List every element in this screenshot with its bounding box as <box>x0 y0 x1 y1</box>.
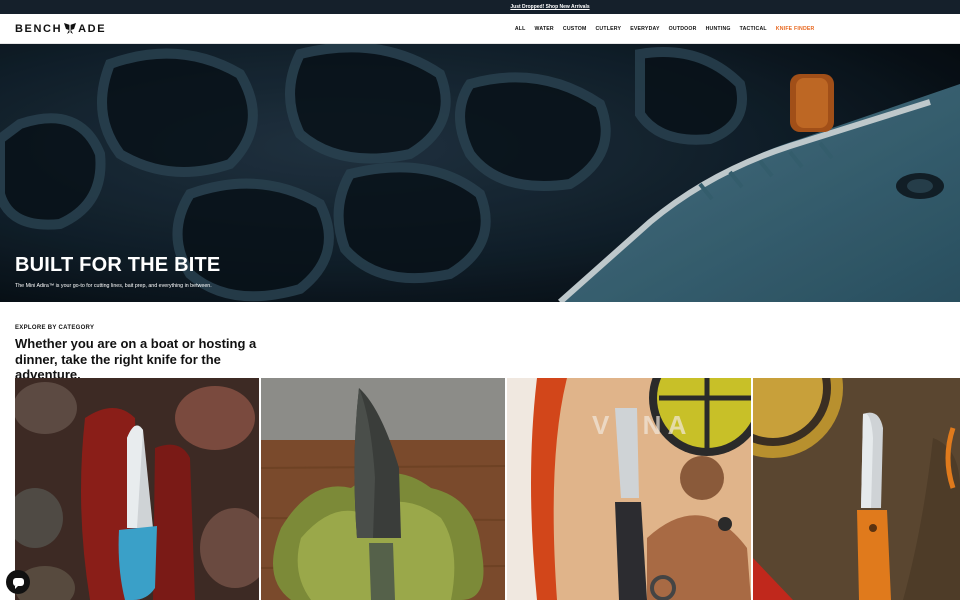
chat-bubble-icon <box>12 578 24 589</box>
nav-item-knife-finder[interactable]: KNIFE FINDER <box>771 14 819 44</box>
category-tile[interactable]: V H N A <box>507 378 751 600</box>
nav-item-water[interactable]: WATER <box>530 14 558 44</box>
explore-label: EXPLORE BY CATEGORY <box>15 325 95 331</box>
orange-folding-knife-image <box>753 378 960 600</box>
nav-item-everyday[interactable]: EVERYDAY <box>626 14 664 44</box>
hero-banner[interactable]: BUILT FOR THE BITE The Mini Adira™ is yo… <box>0 44 960 302</box>
blue-fillet-knife-image <box>15 378 259 600</box>
butterfly-logo-icon <box>64 23 77 34</box>
main-nav: ALL WATER CUSTOM CUTLERY EVERYDAY OUTDOO… <box>510 14 819 44</box>
category-tiles: V H N A <box>15 378 960 600</box>
category-tile[interactable] <box>261 378 505 600</box>
chat-button[interactable] <box>6 570 30 594</box>
brand-logo[interactable]: BENCH ADE <box>15 22 106 36</box>
nav-item-outdoor[interactable]: OUTDOOR <box>664 14 701 44</box>
brand-logo-text-left: BENCH <box>15 23 63 35</box>
nav-item-all[interactable]: ALL <box>510 14 530 44</box>
explore-heading: Whether you are on a boat or hosting a d… <box>15 336 257 382</box>
nav-item-cutlery[interactable]: CUTLERY <box>591 14 626 44</box>
announcement-link[interactable]: Just Dropped! Shop New Arrivals <box>510 4 589 10</box>
hero-title: BUILT FOR THE BITE <box>15 254 221 276</box>
folding-knife-with-helmet-image: V H N A <box>507 378 751 600</box>
fixed-blade-on-moss-image <box>261 378 505 600</box>
category-tile[interactable] <box>753 378 960 600</box>
nav-item-custom[interactable]: CUSTOM <box>558 14 591 44</box>
site-header: BENCH ADE ALL WATER CUSTOM CUTLERY EVERY… <box>0 14 960 44</box>
background-sticker-text: V H N A <box>592 410 687 440</box>
hero-subtitle: The Mini Adira™ is your go-to for cuttin… <box>15 283 212 289</box>
nav-item-tactical[interactable]: TACTICAL <box>735 14 771 44</box>
nav-item-hunting[interactable]: HUNTING <box>701 14 735 44</box>
announcement-bar: Just Dropped! Shop New Arrivals <box>0 0 960 14</box>
category-tile[interactable] <box>15 378 259 600</box>
brand-logo-text-right: ADE <box>78 23 107 35</box>
